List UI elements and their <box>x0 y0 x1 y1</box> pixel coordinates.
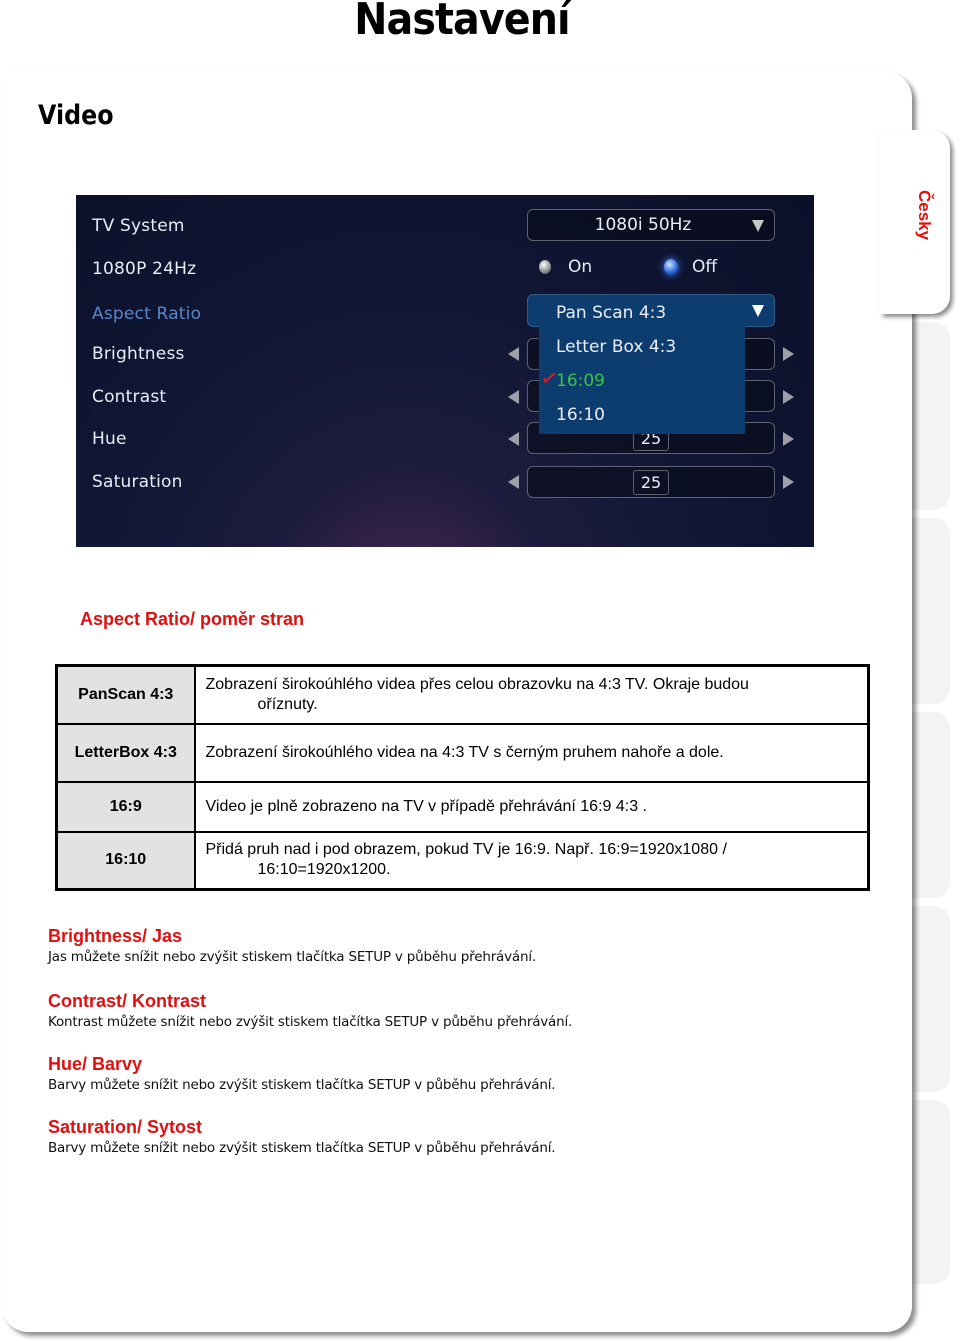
contrast-text: Kontrast můžete snížit nebo zvýšit stisk… <box>48 1014 573 1030</box>
table-value: Přidá pruh nad i pod obrazem, pokud TV j… <box>193 830 870 891</box>
language-tab-label[interactable]: Česky <box>914 190 934 240</box>
dropdown-option-selected[interactable]: 16:09 <box>556 371 605 391</box>
table-row: 16:10 Přidá pruh nad i pod obrazem, poku… <box>55 830 870 891</box>
arrow-left-icon[interactable] <box>508 347 519 361</box>
page-title: Nastavení <box>354 0 570 45</box>
table-key: 16:10 <box>55 830 196 891</box>
tv-settings-screenshot: TV System 1080P 24Hz Aspect Ratio Bright… <box>76 195 814 547</box>
hue-text: Barvy můžete snížit nebo zvýšit stiskem … <box>48 1077 556 1093</box>
section-title: Video <box>38 100 114 131</box>
radio-off-selected-icon[interactable] <box>664 259 678 275</box>
tv-system-select[interactable]: 1080i 50Hz <box>527 209 775 241</box>
table-row: 16:9 Video je plně zobrazeno na TV v pří… <box>55 780 870 833</box>
table-key: 16:9 <box>55 780 196 833</box>
radio-on-label[interactable]: On <box>568 257 592 277</box>
arrow-right-icon[interactable] <box>783 347 794 361</box>
tv-label-aspect-ratio: Aspect Ratio <box>92 304 202 324</box>
table-value: Zobrazení širokoúhlého videa na 4:3 TV s… <box>193 722 870 783</box>
table-value-line: Zobrazení širokoúhlého videa přes celou … <box>205 675 749 693</box>
arrow-left-icon[interactable] <box>508 432 519 446</box>
radio-off-label[interactable]: Off <box>692 257 717 277</box>
saturation-stepper[interactable]: 25 <box>527 466 775 498</box>
brightness-heading: Brightness/ Jas <box>48 926 183 946</box>
radio-on-icon[interactable] <box>539 260 551 274</box>
dropdown-option[interactable]: Pan Scan 4:3 <box>556 303 666 323</box>
tv-label-hue: Hue <box>92 429 127 449</box>
table-value-line: 16:10=1920x1200. <box>257 861 391 879</box>
table-key: LetterBox 4:3 <box>55 722 196 783</box>
arrow-right-icon[interactable] <box>783 432 794 446</box>
tv-label-tv-system: TV System <box>92 216 185 236</box>
tv-label-brightness: Brightness <box>92 344 185 364</box>
tv-label-1080p: 1080P 24Hz <box>92 259 197 279</box>
brightness-text: Jas můžete snížit nebo zvýšit stiskem tl… <box>48 949 536 965</box>
dropdown-option[interactable]: Letter Box 4:3 <box>556 337 676 357</box>
dropdown-option[interactable]: 16:10 <box>556 405 605 425</box>
table-value: Video je plně zobrazeno na TV v případě … <box>193 780 870 833</box>
tv-label-contrast: Contrast <box>92 387 167 407</box>
saturation-value: 25 <box>633 470 669 495</box>
saturation-heading: Saturation/ Sytost <box>48 1117 203 1137</box>
hue-heading: Hue/ Barvy <box>48 1054 143 1074</box>
arrow-left-icon[interactable] <box>508 475 519 489</box>
arrow-right-icon[interactable] <box>783 475 794 489</box>
tv-system-value: 1080i 50Hz <box>594 215 692 235</box>
arrow-left-icon[interactable] <box>508 390 519 404</box>
table-row: PanScan 4:3 Zobrazení širokoúhlého videa… <box>55 664 870 725</box>
dropdown-arrow-icon <box>752 220 764 232</box>
saturation-text: Barvy můžete snížit nebo zvýšit stiskem … <box>48 1140 556 1156</box>
table-value-line: Přidá pruh nad i pod obrazem, pokud TV j… <box>205 841 727 859</box>
tv-label-saturation: Saturation <box>92 472 183 492</box>
table-value: Zobrazení širokoúhlého videa přes celou … <box>193 664 870 725</box>
arrow-right-icon[interactable] <box>783 390 794 404</box>
aspect-ratio-table: PanScan 4:3 Zobrazení širokoúhlého videa… <box>55 664 870 891</box>
dropdown-arrow-icon <box>752 305 764 317</box>
contrast-heading: Contrast/ Kontrast <box>48 991 207 1011</box>
table-key: PanScan 4:3 <box>55 664 196 725</box>
aspect-ratio-heading: Aspect Ratio/ poměr stran <box>80 609 305 629</box>
table-row: LetterBox 4:3 Zobrazení širokoúhlého vid… <box>55 722 870 783</box>
table-value-line: oříznuty. <box>257 695 318 713</box>
